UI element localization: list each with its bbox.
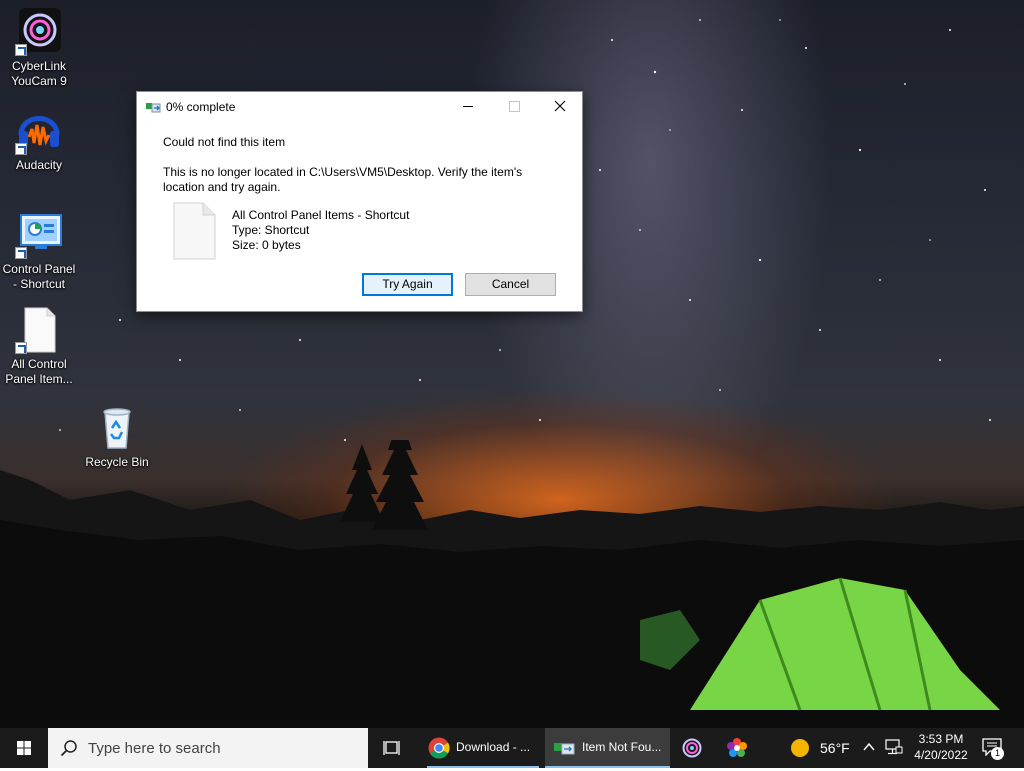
shortcut-arrow-icon xyxy=(15,342,27,354)
taskbar-app-chrome[interactable]: Download - ... xyxy=(423,728,543,768)
windows-logo-icon xyxy=(17,741,31,755)
close-button[interactable] xyxy=(537,92,583,122)
desktop-icon-youcam[interactable]: CyberLink YouCam 9 xyxy=(0,8,79,89)
desktop-icon-label: All Control xyxy=(11,357,67,371)
file-name: All Control Panel Items - Shortcut xyxy=(232,208,410,222)
minimize-button[interactable] xyxy=(445,92,491,122)
close-icon xyxy=(554,100,566,112)
file-move-icon xyxy=(146,101,161,113)
weather-widget[interactable]: 56°F xyxy=(786,728,852,768)
recycle-bin-icon xyxy=(93,404,141,452)
shortcut-arrow-icon xyxy=(15,44,27,56)
file-info: All Control Panel Items - Shortcut Type:… xyxy=(232,208,409,253)
shortcut-arrow-icon xyxy=(15,247,27,259)
clock-date: 4/20/2022 xyxy=(914,748,968,762)
dialog-title: 0% complete xyxy=(166,100,236,114)
clock-time: 3:53 PM xyxy=(918,732,964,746)
file-size: Size: 0 bytes xyxy=(232,238,301,252)
taskbar-app-youcam[interactable] xyxy=(678,728,706,768)
minimize-icon xyxy=(463,106,473,107)
desktop-icon-label: Control Panel xyxy=(2,262,76,276)
desktop-icon-label: Audacity xyxy=(15,158,63,172)
mountain-silhouette xyxy=(0,440,1024,728)
file-explorer-icon xyxy=(554,743,575,755)
dialog-title-bar[interactable]: 0% complete xyxy=(137,92,582,122)
dialog-heading: Could not find this item xyxy=(163,135,286,149)
pinwheel-app-icon xyxy=(727,738,747,757)
desktop-icon-label: YouCam 9 xyxy=(11,74,67,88)
youcam-icon xyxy=(15,8,63,56)
taskbar-app-label: Item Not Fou... xyxy=(582,740,662,754)
taskbar-app-item-not-found[interactable]: Item Not Fou... xyxy=(545,728,670,768)
network-icon[interactable] xyxy=(885,739,903,756)
desktop-icon-label: - Shortcut xyxy=(12,277,66,291)
taskbar-app-photos[interactable] xyxy=(722,728,752,768)
taskbar-app-label: Download - ... xyxy=(456,740,531,754)
shortcut-arrow-icon xyxy=(15,143,27,155)
maximize-icon xyxy=(509,101,520,112)
control-panel-icon xyxy=(15,211,63,259)
desktop-icon-label: Panel Item... xyxy=(5,372,73,386)
search-placeholder: Type here to search xyxy=(88,740,221,757)
task-view-icon xyxy=(383,741,400,755)
desktop-icon-control-panel[interactable]: Control Panel - Shortcut xyxy=(0,211,79,292)
desktop-icon-label: CyberLink xyxy=(11,59,67,73)
task-view-button[interactable] xyxy=(376,728,408,768)
start-button[interactable] xyxy=(0,728,48,768)
desktop-icon-label: Recycle Bin xyxy=(85,455,149,469)
sun-icon xyxy=(791,739,809,757)
weather-temperature: 56°F xyxy=(820,740,850,756)
file-type: Type: Shortcut xyxy=(232,223,310,237)
shortcut-file-icon xyxy=(173,202,216,260)
desktop-icon-audacity[interactable]: Audacity xyxy=(0,107,79,173)
audacity-icon xyxy=(15,107,63,155)
youcam-icon xyxy=(682,738,702,758)
notification-count-badge: 1 xyxy=(991,747,1004,760)
chrome-icon xyxy=(428,737,450,759)
chevron-up-icon[interactable] xyxy=(862,740,876,754)
search-icon xyxy=(60,740,77,757)
desktop-icon-all-control-panel-items[interactable]: All Control Panel Item... xyxy=(0,306,79,387)
action-center-button[interactable]: 1 xyxy=(982,738,1004,760)
blank-file-icon xyxy=(15,306,63,354)
system-clock[interactable]: 3:53 PM 4/20/2022 xyxy=(910,731,972,763)
try-again-button[interactable]: Try Again xyxy=(362,273,453,296)
maximize-button xyxy=(491,92,537,122)
dialog-message: This is no longer located in C:\Users\VM… xyxy=(163,165,523,194)
desktop-icon-recycle-bin[interactable]: Recycle Bin xyxy=(77,404,157,470)
cancel-button[interactable]: Cancel xyxy=(465,273,556,296)
taskbar: Type here to search Download - ... Item … xyxy=(0,728,1024,768)
item-not-found-dialog: 0% complete Could not find this item Thi… xyxy=(136,91,583,312)
taskbar-search-box[interactable]: Type here to search xyxy=(48,728,368,768)
